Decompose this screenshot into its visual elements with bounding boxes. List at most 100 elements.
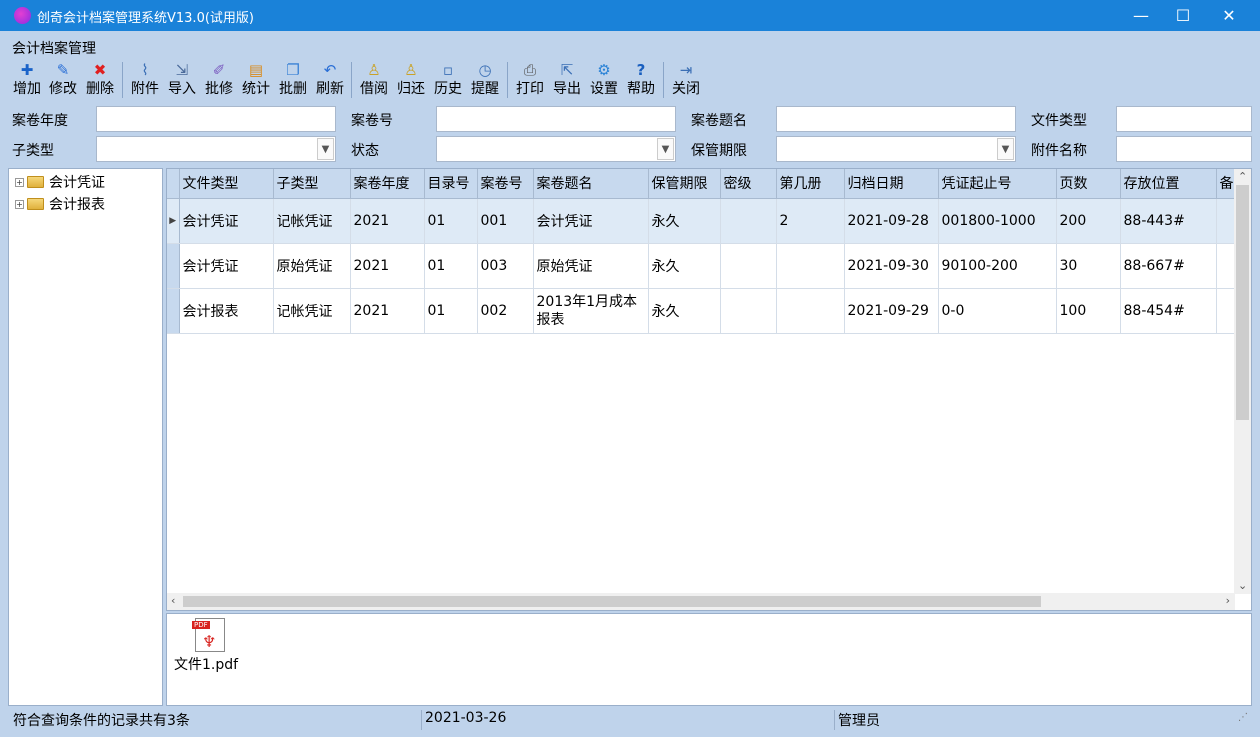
table-row[interactable]: 会计凭证 原始凭证 2021 01 003 原始凭证 永久 2021-09-30… (167, 243, 1247, 289)
table-row[interactable]: 会计报表 记帐凭证 2021 01 002 2013年1月成本报表 永久 202… (167, 288, 1247, 334)
retention-select[interactable]: ▼ (776, 136, 1016, 162)
table-cell[interactable]: 2021 (350, 198, 425, 244)
table-cell[interactable]: 会计报表 (179, 288, 274, 334)
table-cell[interactable]: 88-443# (1120, 198, 1217, 244)
table-cell[interactable]: 100 (1056, 288, 1121, 334)
batch-edit-button[interactable]: ✐ 批修 (202, 60, 236, 100)
export-button[interactable]: ⇱ 导出 (550, 60, 584, 100)
tree-node-accounting-voucher[interactable]: + 会计凭证 (15, 172, 105, 192)
close-window-button[interactable]: ✕ (1206, 0, 1252, 31)
scroll-right-icon[interactable]: › (1226, 594, 1230, 607)
table-cell[interactable]: 001 (477, 198, 534, 244)
chevron-down-icon[interactable]: ▼ (997, 138, 1014, 160)
subtype-select[interactable]: ▼ (96, 136, 336, 162)
pdf-file-icon[interactable]: PDF ♆ (192, 618, 225, 652)
column-header[interactable]: 页数 (1056, 169, 1121, 199)
edit-button[interactable]: ✎ 修改 (46, 60, 80, 100)
table-cell[interactable]: 003 (477, 243, 534, 289)
table-cell[interactable]: 永久 (648, 198, 721, 244)
chevron-down-icon[interactable]: ▼ (317, 138, 334, 160)
table-cell[interactable]: 记帐凭证 (273, 288, 351, 334)
column-header[interactable]: 保管期限 (648, 169, 721, 199)
horizontal-scrollbar[interactable]: ‹ › (167, 593, 1235, 610)
scroll-down-icon[interactable]: ⌄ (1238, 579, 1247, 592)
vertical-scroll-thumb[interactable] (1236, 185, 1249, 420)
scroll-left-icon[interactable]: ‹ (171, 594, 175, 607)
table-cell[interactable]: 记帐凭证 (273, 198, 351, 244)
column-header[interactable]: 案卷号 (477, 169, 534, 199)
table-cell[interactable]: 002 (477, 288, 534, 334)
refresh-button[interactable]: ↶ 刷新 (313, 60, 347, 100)
doc-type-input[interactable] (1116, 106, 1252, 132)
attachment-name-input[interactable] (1116, 136, 1252, 162)
table-cell[interactable]: 原始凭证 (273, 243, 351, 289)
import-button[interactable]: ⇲ 导入 (165, 60, 199, 100)
borrow-button[interactable]: ♙ 借阅 (357, 60, 391, 100)
column-header[interactable]: 案卷年度 (350, 169, 425, 199)
table-cell[interactable]: 2021-09-30 (844, 243, 939, 289)
table-cell[interactable]: 永久 (648, 288, 721, 334)
table-cell[interactable]: 2013年1月成本报表 (533, 288, 649, 334)
minimize-button[interactable]: — (1118, 0, 1164, 31)
table-cell[interactable] (720, 288, 777, 334)
table-cell[interactable]: 001800-1000 (938, 198, 1057, 244)
table-cell[interactable]: 88-667# (1120, 243, 1217, 289)
table-cell[interactable]: 200 (1056, 198, 1121, 244)
scroll-up-icon[interactable]: ⌃ (1238, 170, 1247, 183)
table-cell[interactable]: 2 (776, 198, 845, 244)
row-header[interactable] (167, 288, 180, 334)
resize-grip-icon[interactable]: ⋰ (1238, 712, 1248, 723)
status-select[interactable]: ▼ (436, 136, 676, 162)
close-module-button[interactable]: ⇥ 关闭 (669, 60, 703, 100)
volume-no-input[interactable] (436, 106, 676, 132)
return-button[interactable]: ♙ 归还 (394, 60, 428, 100)
table-cell[interactable]: 2021-09-28 (844, 198, 939, 244)
row-header[interactable] (167, 243, 180, 289)
table-row[interactable]: ▶ 会计凭证 记帐凭证 2021 01 001 会计凭证 永久 2 2021-0… (167, 198, 1247, 244)
column-header[interactable]: 案卷题名 (533, 169, 649, 199)
table-cell[interactable]: 2021 (350, 288, 425, 334)
table-cell[interactable]: 88-454# (1120, 288, 1217, 334)
table-cell[interactable]: 会计凭证 (179, 243, 274, 289)
chevron-down-icon[interactable]: ▼ (657, 138, 674, 160)
column-header[interactable]: 凭证起止号 (938, 169, 1057, 199)
settings-button[interactable]: ⚙ 设置 (587, 60, 621, 100)
remind-button[interactable]: ◷ 提醒 (468, 60, 502, 100)
expand-icon[interactable]: + (15, 177, 24, 187)
column-header[interactable]: 第几册 (776, 169, 845, 199)
table-cell[interactable]: 永久 (648, 243, 721, 289)
delete-button[interactable]: ✖ 删除 (83, 60, 117, 100)
table-cell[interactable] (776, 243, 845, 289)
tree-node-accounting-report[interactable]: + 会计报表 (15, 194, 105, 214)
batch-delete-button[interactable]: ❐ 批删 (276, 60, 310, 100)
column-header[interactable]: 归档日期 (844, 169, 939, 199)
column-header[interactable]: 存放位置 (1120, 169, 1217, 199)
column-header[interactable]: 文件类型 (179, 169, 274, 199)
table-cell[interactable]: 会计凭证 (179, 198, 274, 244)
table-cell[interactable]: 2021 (350, 243, 425, 289)
table-cell[interactable]: 90100-200 (938, 243, 1057, 289)
column-header[interactable]: 子类型 (273, 169, 351, 199)
row-pointer-icon[interactable]: ▶ (167, 198, 180, 244)
attachment-button[interactable]: ⌇ 附件 (128, 60, 162, 100)
table-cell[interactable]: 原始凭证 (533, 243, 649, 289)
add-button[interactable]: ✚ 增加 (10, 60, 44, 100)
history-button[interactable]: ▫ 历史 (431, 60, 465, 100)
table-cell[interactable]: 30 (1056, 243, 1121, 289)
table-cell[interactable] (720, 243, 777, 289)
table-cell[interactable]: 0-0 (938, 288, 1057, 334)
print-button[interactable]: ⎙ 打印 (513, 60, 547, 100)
table-cell[interactable]: 01 (424, 288, 478, 334)
table-cell[interactable] (776, 288, 845, 334)
year-input[interactable] (96, 106, 336, 132)
volume-title-input[interactable] (776, 106, 1016, 132)
table-cell[interactable]: 2021-09-29 (844, 288, 939, 334)
help-button[interactable]: ? 帮助 (624, 60, 658, 100)
column-header[interactable]: 密级 (720, 169, 777, 199)
table-cell[interactable]: 01 (424, 198, 478, 244)
statistics-button[interactable]: ▤ 统计 (239, 60, 273, 100)
maximize-button[interactable]: ☐ (1160, 0, 1206, 31)
table-cell[interactable]: 01 (424, 243, 478, 289)
table-cell[interactable]: 会计凭证 (533, 198, 649, 244)
attachment-file-name[interactable]: 文件1.pdf (174, 654, 238, 674)
